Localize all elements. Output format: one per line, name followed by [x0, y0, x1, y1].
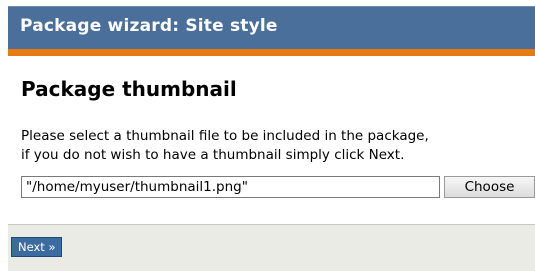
- page-heading: Package thumbnail: [21, 77, 237, 101]
- wizard-header: Package wizard: Site style: [8, 6, 535, 49]
- wizard-content: Package thumbnail Please select a thumbn…: [8, 56, 535, 225]
- description: Please select a thumbnail file to be inc…: [21, 127, 429, 165]
- next-button[interactable]: Next »: [11, 237, 63, 257]
- wizard-title: Package wizard: Site style: [20, 16, 278, 36]
- description-line-2: if you do not wish to have a thumbnail s…: [21, 147, 405, 163]
- wizard-footer: Next »: [8, 225, 535, 271]
- description-line-1: Please select a thumbnail file to be inc…: [21, 128, 429, 144]
- header-accent-bar: [8, 49, 535, 56]
- thumbnail-file-input[interactable]: [21, 176, 440, 198]
- choose-button[interactable]: Choose: [444, 176, 535, 198]
